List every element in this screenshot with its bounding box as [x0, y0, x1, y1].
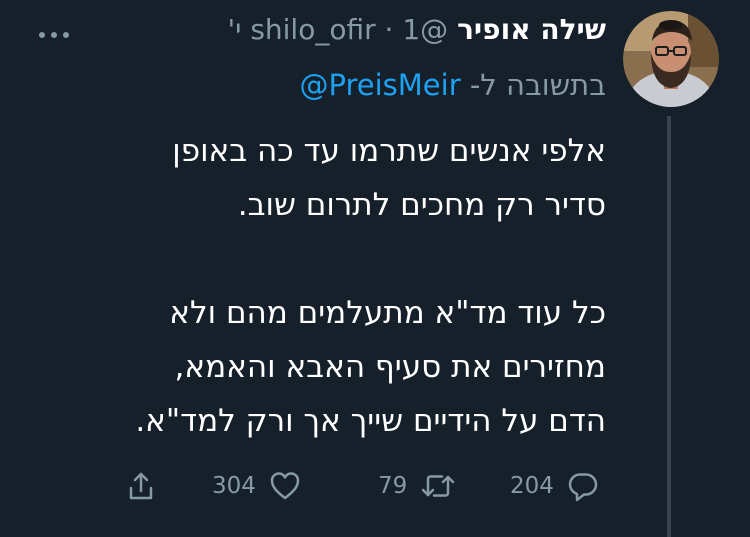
reply-handle-link[interactable]: @PreisMeir — [300, 68, 461, 102]
tweet-header: שילה אופיר @shilo_ofir · 1 י' — [227, 12, 606, 48]
reply-context: בתשובה ל- @PreisMeir — [300, 66, 607, 104]
reply-icon — [566, 469, 600, 503]
heart-icon — [268, 469, 302, 503]
tweet-container: שילה אופיר @shilo_ofir · 1 י' בתשובה ל- … — [0, 0, 750, 537]
meta-separator: · — [384, 13, 394, 46]
reply-count: 204 — [510, 473, 554, 499]
author-display-name[interactable]: שילה אופיר — [457, 13, 606, 46]
retweet-button[interactable]: 79 — [378, 458, 457, 514]
like-count: 304 — [212, 473, 256, 499]
like-button[interactable]: 304 — [212, 458, 302, 514]
more-horizontal-icon[interactable] — [36, 26, 72, 38]
reply-prefix: בתשובה ל- — [469, 68, 606, 102]
avatar[interactable] — [623, 11, 719, 107]
tweet-text: אלפי אנשים שתרמו עד כה באופן סדיר רק מחכ… — [36, 124, 606, 448]
tweet-paragraph-1: אלפי אנשים שתרמו עד כה באופן סדיר רק מחכ… — [172, 133, 606, 223]
retweet-count: 79 — [378, 473, 408, 499]
share-button[interactable] — [124, 458, 158, 514]
share-icon — [124, 469, 158, 503]
avatar-image — [623, 11, 719, 107]
retweet-icon — [419, 469, 457, 503]
reply-button[interactable]: 204 — [510, 458, 600, 514]
tweet-paragraph-2: כל עוד מד"א מתעלמים מהם ולא מחזירים את ס… — [135, 295, 606, 439]
tweet-actions: 304 79 204 — [0, 458, 750, 514]
